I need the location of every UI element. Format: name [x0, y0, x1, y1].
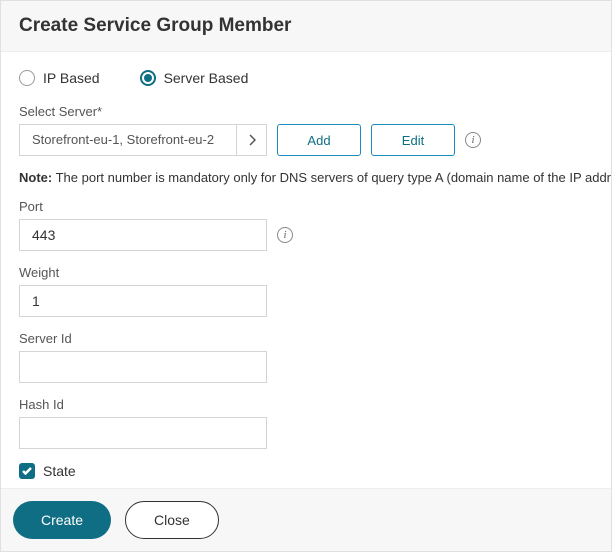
- add-button[interactable]: Add: [277, 124, 361, 156]
- weight-input[interactable]: [19, 285, 267, 317]
- mode-radio-group: IP Based Server Based: [19, 70, 593, 86]
- info-icon[interactable]: i: [465, 132, 481, 148]
- note-text: Note: The port number is mandatory only …: [19, 170, 593, 185]
- port-input[interactable]: [19, 219, 267, 251]
- create-service-group-member-dialog: Create Service Group Member IP Based Ser…: [0, 0, 612, 552]
- radio-icon: [140, 70, 156, 86]
- state-label: State: [43, 463, 76, 479]
- radio-label: Server Based: [164, 70, 249, 86]
- checkbox-icon: [19, 463, 35, 479]
- note-prefix: Note:: [19, 170, 52, 185]
- hash-id-label: Hash Id: [19, 397, 593, 412]
- edit-button[interactable]: Edit: [371, 124, 455, 156]
- create-button[interactable]: Create: [13, 501, 111, 539]
- note-body: The port number is mandatory only for DN…: [52, 170, 611, 185]
- radio-label: IP Based: [43, 70, 100, 86]
- server-id-input[interactable]: [19, 351, 267, 383]
- select-server-label: Select Server*: [19, 104, 593, 119]
- radio-icon: [19, 70, 35, 86]
- info-icon[interactable]: i: [277, 227, 293, 243]
- dialog-body: IP Based Server Based Select Server* Sto…: [1, 52, 611, 488]
- dialog-header: Create Service Group Member: [1, 1, 611, 52]
- radio-dot-icon: [144, 74, 152, 82]
- server-id-label: Server Id: [19, 331, 593, 346]
- port-label: Port: [19, 199, 593, 214]
- state-checkbox-row[interactable]: State: [19, 463, 593, 479]
- weight-label: Weight: [19, 265, 593, 280]
- radio-server-based[interactable]: Server Based: [140, 70, 249, 86]
- hash-id-input[interactable]: [19, 417, 267, 449]
- server-combo-value: Storefront-eu-1, Storefront-eu-2: [20, 125, 236, 155]
- server-row: Storefront-eu-1, Storefront-eu-2 Add Edi…: [19, 124, 593, 156]
- dialog-title: Create Service Group Member: [19, 15, 593, 37]
- dialog-footer: Create Close: [1, 488, 611, 551]
- server-combo[interactable]: Storefront-eu-1, Storefront-eu-2: [19, 124, 267, 156]
- chevron-right-icon[interactable]: [236, 125, 266, 155]
- radio-ip-based[interactable]: IP Based: [19, 70, 100, 86]
- close-button[interactable]: Close: [125, 501, 219, 539]
